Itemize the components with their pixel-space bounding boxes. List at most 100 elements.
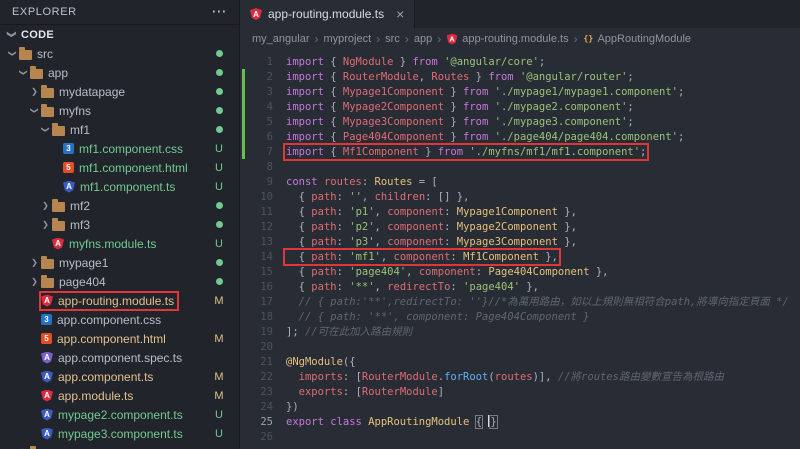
code-token: } bbox=[444, 115, 464, 128]
code-token: ]; bbox=[286, 326, 305, 338]
tree-item-mypage1[interactable]: ❯ mypage1 bbox=[0, 253, 239, 272]
code-token: '@angular/router' bbox=[519, 70, 628, 83]
chevron-right-icon[interactable]: ❯ bbox=[39, 201, 52, 210]
tree-item-main: myfns bbox=[41, 103, 94, 119]
tree-item-label: mf1.component.ts bbox=[80, 179, 176, 194]
tree-item-app.module.ts[interactable]: Aapp.module.ts M bbox=[0, 386, 239, 405]
code-line[interactable]: 5 import { Mypage3Component } from './myp… bbox=[240, 114, 800, 129]
breadcrumb-item-app-routing.module.ts[interactable]: Aapp-routing.module.ts bbox=[446, 33, 569, 45]
tree-item-mf1.component.ts[interactable]: Amf1.component.ts U bbox=[0, 177, 239, 196]
tree-item-app.component.css[interactable]: 3 app.component.css bbox=[0, 310, 239, 329]
chevron-right-icon[interactable]: ❯ bbox=[28, 277, 41, 286]
code-token: AppRoutingModule bbox=[368, 416, 470, 428]
tree-item-app.component.spec.ts[interactable]: Aapp.component.spec.ts bbox=[0, 348, 239, 367]
tree-item-mydatapage[interactable]: ❯ mydatapage bbox=[0, 82, 239, 101]
code-token: : bbox=[336, 205, 350, 218]
code-text: { path: '**', redirectTo: 'page404' }, bbox=[286, 281, 539, 293]
line-number: 11 bbox=[260, 205, 273, 218]
breadcrumb-item-src[interactable]: src bbox=[385, 33, 400, 45]
tree-item-app[interactable]: ❯ app bbox=[0, 63, 239, 82]
chevron-right-icon[interactable]: ❯ bbox=[28, 258, 41, 267]
code-line[interactable]: 20 bbox=[240, 339, 800, 354]
code-line[interactable]: 10 { path: '', children: [] }, bbox=[240, 189, 800, 204]
tree-item-assets[interactable]: ❯assets bbox=[0, 443, 239, 449]
code-line[interactable]: 2 import { RouterModule, Routes } from '@… bbox=[240, 69, 800, 84]
code-line[interactable]: 12 { path: 'p2', component: Mypage2Compo… bbox=[240, 219, 800, 234]
code-line[interactable]: 8 bbox=[240, 159, 800, 174]
tree-item-label: mf1 bbox=[70, 122, 91, 137]
tree-item-mf1[interactable]: ❯ mf1 bbox=[0, 120, 239, 139]
code-token: ; bbox=[538, 55, 546, 68]
more-actions-icon[interactable]: ⋯ bbox=[211, 4, 227, 19]
tree-item-mf2[interactable]: ❯ mf2 bbox=[0, 196, 239, 215]
code-line[interactable]: 16 { path: '**', redirectTo: 'page404' }… bbox=[240, 279, 800, 294]
code-line[interactable]: 9 const routes: Routes = [ bbox=[240, 174, 800, 189]
tree-item-main: Aapp.component.spec.ts bbox=[41, 350, 185, 366]
tab-app-routing-module[interactable]: A app-routing.module.ts × bbox=[240, 0, 416, 28]
line-number: 20 bbox=[260, 340, 273, 353]
tree-item-app-routing.module.ts[interactable]: Aapp-routing.module.ts M bbox=[0, 290, 239, 311]
code-line[interactable]: 23 exports: [RouterModule] bbox=[240, 384, 800, 399]
breadcrumb-item-AppRoutingModule[interactable]: {} AppRoutingModule bbox=[583, 33, 691, 45]
code-token: : [] }, bbox=[425, 190, 470, 203]
code-line[interactable]: 26 bbox=[240, 429, 800, 444]
tree-item-mf3[interactable]: ❯ mf3 bbox=[0, 215, 239, 234]
tree-item-mf1.component.html[interactable]: 5 mf1.component.html U bbox=[0, 158, 239, 177]
code-line[interactable]: 3 import { Mypage1Component } from './myp… bbox=[240, 84, 800, 99]
chevron-down-icon[interactable]: ❯ bbox=[41, 123, 50, 136]
tree-item-main: mydatapage bbox=[41, 84, 128, 100]
chevron-down-icon[interactable]: ❯ bbox=[8, 47, 17, 60]
code-line[interactable]: 21 @NgModule({ bbox=[240, 354, 800, 369]
tree-item-mypage3.component.ts[interactable]: Amypage3.component.ts U bbox=[0, 424, 239, 443]
angular-module-icon: A bbox=[52, 237, 64, 250]
tree-item-page404[interactable]: ❯ page404 bbox=[0, 272, 239, 291]
code-token: ; bbox=[640, 145, 647, 158]
code-line[interactable]: 18 // { path: '**', component: Page404Co… bbox=[240, 309, 800, 324]
tree-item-myfns[interactable]: ❯ myfns bbox=[0, 101, 239, 120]
code-token: { bbox=[286, 205, 312, 218]
code-token: : bbox=[336, 190, 350, 203]
code-line[interactable]: 11 { path: 'p1', component: Mypage1Compo… bbox=[240, 204, 800, 219]
tree-item-main: mf1 bbox=[52, 122, 93, 138]
tab-bar: A app-routing.module.ts × bbox=[240, 0, 800, 28]
chevron-down-icon[interactable]: ❯ bbox=[30, 104, 39, 117]
chevron-right-icon[interactable]: ❯ bbox=[39, 220, 52, 229]
code-line[interactable]: 14 { path: 'mf1', component: Mf1Componen… bbox=[240, 247, 800, 266]
chevron-down-icon[interactable]: ❯ bbox=[19, 66, 28, 79]
breadcrumb-item-myproject[interactable]: myproject bbox=[323, 33, 371, 45]
code-token: }) bbox=[286, 400, 299, 413]
tree-item-mypage2.component.ts[interactable]: Amypage2.component.ts U bbox=[0, 405, 239, 424]
code-line[interactable]: 1 import { NgModule } from '@angular/core… bbox=[240, 54, 800, 69]
code-line[interactable]: 6 import { Page404Component } from './pag… bbox=[240, 129, 800, 144]
tree-item-src[interactable]: ❯ src bbox=[0, 44, 239, 63]
code-line[interactable]: 25 export class AppRoutingModule { } bbox=[240, 414, 800, 429]
code-line[interactable]: 15 { path: 'page404', component: Page404… bbox=[240, 264, 800, 279]
code-line[interactable]: 17 // { path:'**',redirectTo: ''}//*為萬用路… bbox=[240, 294, 800, 309]
tree-item-main: Amyfns.module.ts bbox=[52, 236, 159, 252]
tree-item-main: page404 bbox=[41, 274, 109, 290]
code-token: RouterModule bbox=[361, 385, 438, 398]
chevron-right-icon[interactable]: ❯ bbox=[28, 87, 41, 96]
tree-item-app.component.ts[interactable]: Aapp.component.ts M bbox=[0, 367, 239, 386]
tree-item-label: mf1.component.html bbox=[79, 160, 188, 175]
code-token: { bbox=[286, 280, 312, 293]
tree-item-myfns.module.ts[interactable]: Amyfns.module.ts U bbox=[0, 234, 239, 253]
code-line[interactable]: 24}) bbox=[240, 399, 800, 414]
tree-item-mf1.component.css[interactable]: 3 mf1.component.css U bbox=[0, 139, 239, 158]
code-line[interactable]: 7 import { Mf1Component } from './myfns/m… bbox=[240, 142, 800, 161]
code-text: exports: [RouterModule] bbox=[286, 386, 444, 398]
tree-item-main: 3 mf1.component.css bbox=[63, 141, 186, 157]
code-text: import { Mf1Component } from './myfns/mf… bbox=[282, 142, 650, 161]
breadcrumb-item-app[interactable]: app bbox=[414, 33, 432, 45]
section-header-code[interactable]: ❯ CODE bbox=[0, 24, 239, 44]
chevron-down-icon: ❯ bbox=[7, 30, 17, 39]
code-line[interactable]: 19]; //可在此加入路由規則 bbox=[240, 324, 800, 339]
tree-item-app.component.html[interactable]: 5 app.component.html M bbox=[0, 329, 239, 348]
code-line[interactable]: 13 { path: 'p3', component: Mypage3Compo… bbox=[240, 234, 800, 249]
code-line[interactable]: 4 import { Mypage2Component } from './myp… bbox=[240, 99, 800, 114]
breadcrumb-item-my_angular[interactable]: my_angular bbox=[252, 33, 309, 45]
close-icon[interactable]: × bbox=[396, 6, 404, 22]
code-token: { bbox=[323, 100, 343, 113]
code-line[interactable]: 22 imports: [RouterModule.forRoot(routes… bbox=[240, 369, 800, 384]
git-status-badge bbox=[216, 88, 223, 95]
